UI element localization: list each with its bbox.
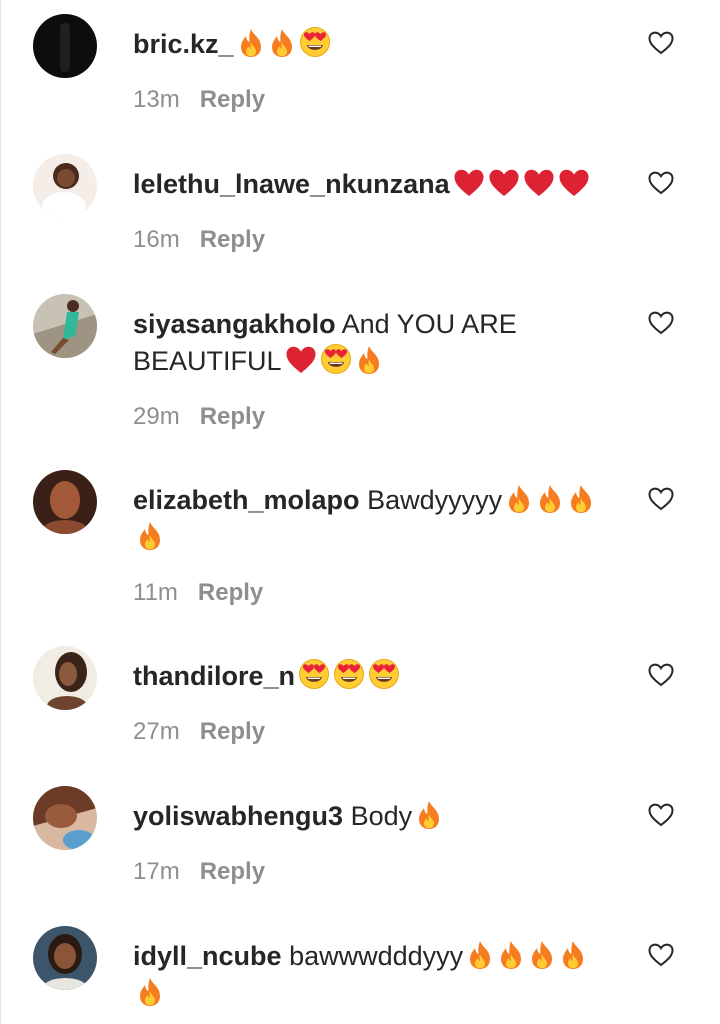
- comment-meta: 27m Reply: [133, 717, 613, 747]
- comment-message: bawwwdddyyy: [289, 941, 464, 971]
- heart-eyes-emoji-icon: [368, 658, 400, 690]
- comment-time: 29m: [133, 403, 180, 430]
- fire-emoji-icon: [136, 521, 164, 551]
- heart-emoji-icon: [488, 168, 520, 198]
- avatar[interactable]: [33, 470, 97, 534]
- reply-button[interactable]: Reply: [200, 858, 265, 885]
- like-heart-icon[interactable]: [648, 487, 676, 513]
- heart-emoji-icon: [453, 168, 485, 198]
- reply-button[interactable]: Reply: [200, 226, 265, 253]
- comment-item: thandilore_n 27m Reply: [1, 646, 613, 747]
- comment-time: 16m: [133, 226, 180, 253]
- comment-item: elizabeth_molapo Bawdyyyyy 11m Reply: [1, 470, 613, 608]
- heart-emoji-icon: [558, 168, 590, 198]
- comment-item: idyll_ncube bawwwdddyyy: [1, 926, 613, 1012]
- like-heart-icon[interactable]: [648, 803, 676, 829]
- comment-meta: 16m Reply: [133, 225, 613, 255]
- avatar[interactable]: [33, 154, 97, 218]
- avatar[interactable]: [33, 926, 97, 990]
- fire-emoji-icon: [355, 345, 383, 375]
- heart-eyes-emoji-icon: [333, 658, 365, 690]
- comment-username[interactable]: idyll_ncube: [133, 941, 282, 971]
- comment-time: 17m: [133, 858, 180, 885]
- like-heart-icon[interactable]: [648, 171, 676, 197]
- heart-eyes-emoji-icon: [298, 658, 330, 690]
- comment-username[interactable]: lelethu_lnawe_nkunzana: [133, 169, 450, 199]
- fire-emoji-icon: [268, 28, 296, 58]
- comment-text: lelethu_lnawe_nkunzana: [133, 166, 613, 203]
- avatar[interactable]: [33, 646, 97, 710]
- comment-message: Bawdyyyyy: [367, 485, 503, 515]
- comment-username[interactable]: thandilore_n: [133, 661, 295, 691]
- fire-emoji-icon: [237, 28, 265, 58]
- fire-emoji-icon: [466, 940, 494, 970]
- avatar[interactable]: [33, 14, 97, 78]
- comment-meta: 29m Reply: [133, 402, 613, 432]
- comment-item: yoliswabhengu3 Body 17m Reply: [1, 786, 613, 887]
- heart-eyes-emoji-icon: [320, 343, 352, 375]
- comment-text: bric.kz_: [133, 26, 613, 63]
- comment-time: 13m: [133, 86, 180, 113]
- comment-time: 27m: [133, 718, 180, 745]
- fire-emoji-icon: [567, 484, 595, 514]
- like-heart-icon[interactable]: [648, 663, 676, 689]
- heart-emoji-icon: [285, 345, 317, 375]
- comment-text: idyll_ncube bawwwdddyyy: [133, 938, 613, 1012]
- comment-text: elizabeth_molapo Bawdyyyyy: [133, 482, 613, 556]
- comments-list: bric.kz_ 13m Reply lelethu_lnawe_nkunzana…: [0, 0, 720, 1024]
- fire-emoji-icon: [415, 800, 443, 830]
- fire-emoji-icon: [528, 940, 556, 970]
- fire-emoji-icon: [136, 977, 164, 1007]
- comment-item: bric.kz_ 13m Reply: [1, 14, 613, 115]
- reply-button[interactable]: Reply: [200, 403, 265, 430]
- comment-time: 11m: [133, 579, 178, 606]
- heart-emoji-icon: [523, 168, 555, 198]
- comment-meta: 13m Reply: [133, 85, 613, 115]
- like-heart-icon[interactable]: [648, 943, 676, 969]
- like-heart-icon[interactable]: [648, 311, 676, 337]
- avatar[interactable]: [33, 786, 97, 850]
- comment-username[interactable]: bric.kz_: [133, 29, 234, 59]
- comment-message: Body: [350, 801, 413, 831]
- comment-item: lelethu_lnawe_nkunzana 16m Reply: [1, 154, 613, 255]
- heart-eyes-emoji-icon: [299, 26, 331, 58]
- like-heart-icon[interactable]: [648, 31, 676, 57]
- reply-button[interactable]: Reply: [198, 579, 263, 606]
- comment-text: siyasangakholo And YOU ARE BEAUTIFUL: [133, 306, 613, 380]
- comment-meta: 17m Reply: [133, 857, 613, 887]
- comment-item: siyasangakholo And YOU ARE BEAUTIFUL 29m…: [1, 294, 613, 432]
- fire-emoji-icon: [497, 940, 525, 970]
- reply-button[interactable]: Reply: [200, 86, 265, 113]
- comment-meta: 11m Reply: [133, 578, 613, 608]
- fire-emoji-icon: [536, 484, 564, 514]
- fire-emoji-icon: [559, 940, 587, 970]
- comment-text: thandilore_n: [133, 658, 613, 695]
- avatar[interactable]: [33, 294, 97, 358]
- comment-username[interactable]: elizabeth_molapo: [133, 485, 360, 515]
- comment-username[interactable]: yoliswabhengu3: [133, 801, 343, 831]
- reply-button[interactable]: Reply: [200, 718, 265, 745]
- comment-text: yoliswabhengu3 Body: [133, 798, 613, 835]
- fire-emoji-icon: [505, 484, 533, 514]
- comment-username[interactable]: siyasangakholo: [133, 309, 336, 339]
